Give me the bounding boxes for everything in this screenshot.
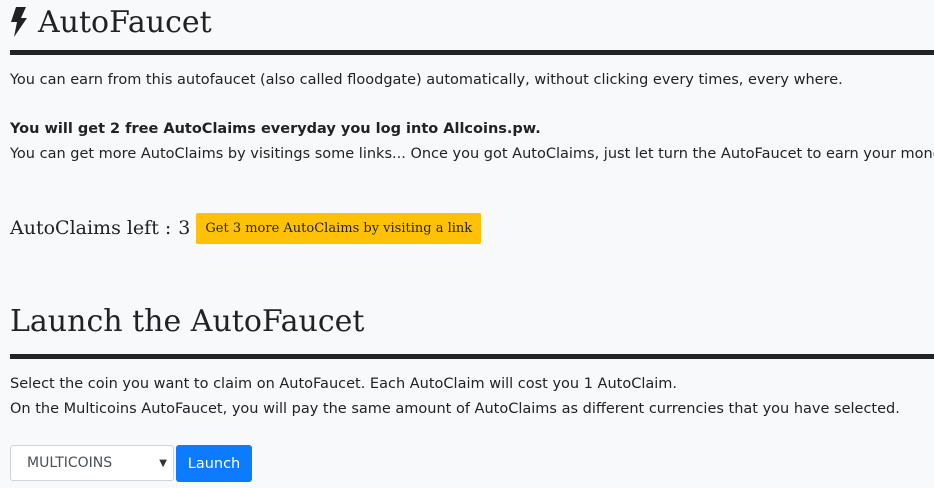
launch-divider — [10, 354, 934, 359]
intro-text: You can earn from this autofaucet (also … — [10, 72, 843, 88]
coin-select-value: MULTICOINS — [27, 455, 113, 471]
launch-section-title: Launch the AutoFaucet — [10, 304, 365, 339]
get-more-autoclaims-button[interactable]: Get 3 more AutoClaims by visiting a link — [196, 212, 482, 244]
more-claims-text: You can get more AutoClaims by visitings… — [10, 146, 934, 162]
free-claims-text: You will get 2 free AutoClaims everyday … — [10, 121, 541, 137]
coin-select[interactable]: MULTICOINS ▼ — [10, 445, 174, 481]
autoclaims-left-label: AutoClaims left : — [10, 217, 172, 239]
page-title: AutoFaucet — [10, 0, 212, 44]
title-divider — [10, 50, 934, 55]
launch-description: Select the coin you want to claim on Aut… — [10, 376, 678, 392]
autoclaims-left-count: 3 — [178, 217, 191, 239]
autofaucet-page: AutoFaucet You can earn from this autofa… — [0, 0, 934, 488]
lightning-bolt-icon — [10, 7, 28, 37]
multicoins-description: On the Multicoins AutoFaucet, you will p… — [10, 401, 900, 417]
chevron-down-icon: ▼ — [159, 458, 167, 469]
autoclaims-row: AutoClaims left : 3 Get 3 more AutoClaim… — [10, 212, 482, 244]
launch-button[interactable]: Launch — [176, 445, 252, 482]
page-title-text: AutoFaucet — [38, 4, 212, 40]
